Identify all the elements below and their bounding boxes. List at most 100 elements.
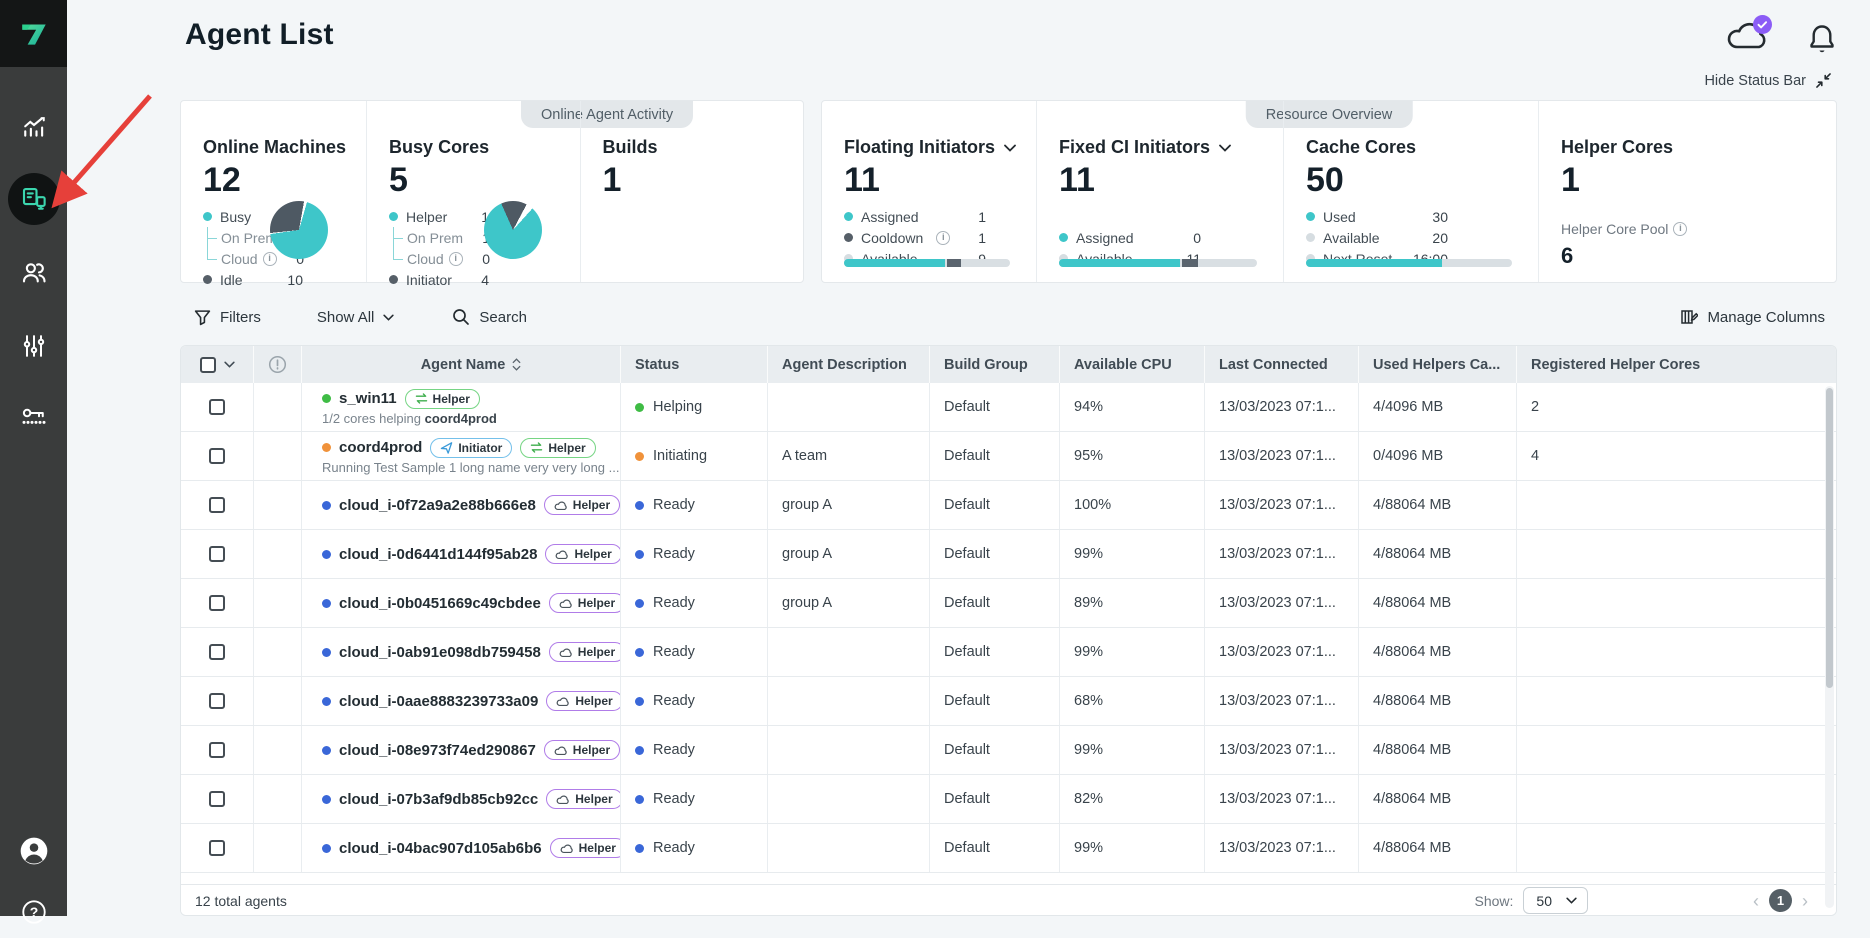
row-checkbox[interactable] xyxy=(209,742,225,758)
status-cell: Ready xyxy=(621,628,768,676)
status-cell: Initiating xyxy=(621,432,768,480)
agent-name-cell: cloud_i-08e973f74ed290867Helper xyxy=(302,726,621,774)
agents-table: Agent Name Status Agent Description Buil… xyxy=(180,345,1837,916)
row-checkbox[interactable] xyxy=(209,595,225,611)
column-header-last-connected[interactable]: Last Connected xyxy=(1205,346,1359,383)
search-placeholder: Search xyxy=(479,309,527,326)
filter-funnel-icon xyxy=(194,309,211,326)
sidebar-item-profile[interactable] xyxy=(0,825,67,877)
legend-label: Busy xyxy=(220,209,251,225)
row-select-cell xyxy=(181,628,254,676)
cloud-icon xyxy=(554,745,568,756)
column-header-build-group[interactable]: Build Group xyxy=(930,346,1060,383)
search-input[interactable]: Search xyxy=(452,308,527,326)
initiator-icon xyxy=(440,441,453,454)
select-all-header xyxy=(181,346,254,383)
available-cpu-cell: 89% xyxy=(1060,579,1205,627)
hide-status-bar-label: Hide Status Bar xyxy=(1704,73,1806,89)
prev-page-button[interactable]: ‹ xyxy=(1753,892,1759,910)
filters-button[interactable]: Filters xyxy=(194,309,261,326)
info-icon[interactable]: i xyxy=(449,252,463,266)
metric-title-row[interactable]: Floating Initiators xyxy=(844,137,1016,158)
status-cell: Ready xyxy=(621,824,768,872)
badge-label: Helper xyxy=(573,743,610,757)
legend-label: Initiator xyxy=(406,272,452,288)
row-checkbox[interactable] xyxy=(209,791,225,807)
info-icon[interactable]: i xyxy=(263,252,277,266)
row-checkbox[interactable] xyxy=(209,497,225,513)
column-header-status[interactable]: Status xyxy=(621,346,768,383)
cloud-status-button[interactable] xyxy=(1724,20,1770,59)
incredibuild-logo-icon xyxy=(17,17,51,51)
sidebar-item-help[interactable]: ? xyxy=(0,886,67,938)
next-page-button[interactable]: › xyxy=(1802,892,1808,910)
description-cell: group A xyxy=(768,579,930,627)
info-icon[interactable]: i xyxy=(1673,222,1687,236)
status-indicator: Ready xyxy=(635,497,695,513)
column-header-used-helpers[interactable]: Used Helpers Ca... xyxy=(1359,346,1517,383)
status-dot xyxy=(635,746,644,755)
page-size-select[interactable]: 50 xyxy=(1523,887,1588,914)
row-checkbox[interactable] xyxy=(209,840,225,856)
manage-columns-button[interactable]: Manage Columns xyxy=(1680,308,1825,326)
legend-row: On Prem 1 xyxy=(394,227,490,248)
row-checkbox[interactable] xyxy=(209,399,225,415)
description-cell: group A xyxy=(768,530,930,578)
sidebar-item-dashboard[interactable] xyxy=(0,99,67,151)
hide-status-bar-button[interactable]: Hide Status Bar xyxy=(1704,72,1832,89)
row-select-cell xyxy=(181,824,254,872)
agent-name-line: cloud_i-0b0451669c49cbdeeHelper xyxy=(322,593,621,613)
used-helpers-cell: 0/4096 MB xyxy=(1359,432,1517,480)
row-checkbox[interactable] xyxy=(209,644,225,660)
used-dot xyxy=(1306,212,1315,221)
column-label: Available CPU xyxy=(1074,357,1172,373)
agent-name-cell: cloud_i-07b3af9db85cb92ccHelper xyxy=(302,775,621,823)
status-indicator: Helping xyxy=(635,399,702,415)
table-row: s_win11Helper1/2 cores helping coord4pro… xyxy=(181,383,1836,432)
metric-title-row[interactable]: Fixed CI Initiators xyxy=(1059,137,1263,158)
agent-dot xyxy=(322,394,331,403)
app-logo[interactable] xyxy=(0,0,67,67)
build-group-cell: Default xyxy=(930,775,1060,823)
table-row: cloud_i-0b0451669c49cbdeeHelperReadygrou… xyxy=(181,579,1836,628)
column-header-agent-name[interactable]: Agent Name xyxy=(302,346,621,383)
sidebar-item-agents-active[interactable] xyxy=(0,173,67,225)
sidebar-item-settings[interactable] xyxy=(0,320,67,372)
registered-helper-cores-cell xyxy=(1517,481,1836,529)
sidebar-item-users[interactable] xyxy=(0,246,67,298)
row-select-cell xyxy=(181,677,254,725)
table-row: coord4prodInitiatorHelperRunning Test Sa… xyxy=(181,432,1836,481)
available-cpu-cell: 94% xyxy=(1060,383,1205,431)
row-alert-cell xyxy=(254,432,302,480)
metric-title: Online Machines xyxy=(203,137,346,158)
agent-name-line: cloud_i-0ab91e098db759458Helper xyxy=(322,642,621,662)
agent-subtitle: Running Test Sample 1 long name very ver… xyxy=(322,460,619,475)
info-icon[interactable]: i xyxy=(936,231,950,245)
agent-name-cell: s_win11Helper1/2 cores helping coord4pro… xyxy=(302,383,621,431)
status-label: Ready xyxy=(653,840,695,856)
registered-helper-cores-cell xyxy=(1517,677,1836,725)
notifications-bell-icon[interactable] xyxy=(1808,23,1836,56)
row-checkbox[interactable] xyxy=(209,448,225,464)
sort-icon[interactable] xyxy=(512,358,521,371)
status-label: Helping xyxy=(653,399,702,415)
select-menu-chevron-icon[interactable] xyxy=(224,361,235,368)
row-checkbox[interactable] xyxy=(209,693,225,709)
vertical-scrollbar[interactable] xyxy=(1825,386,1834,908)
build-group-cell: Default xyxy=(930,383,1060,431)
scrollbar-thumb[interactable] xyxy=(1826,388,1833,688)
chevron-down-icon xyxy=(383,314,394,321)
build-group-cell: Default xyxy=(930,530,1060,578)
select-all-checkbox[interactable] xyxy=(200,357,216,373)
column-header-registered-helper-cores[interactable]: Registered Helper Cores xyxy=(1517,346,1836,383)
status-label: Ready xyxy=(653,644,695,660)
column-label: Used Helpers Ca... xyxy=(1373,357,1500,373)
show-all-dropdown[interactable]: Show All xyxy=(317,309,395,326)
column-header-description[interactable]: Agent Description xyxy=(768,346,930,383)
sidebar-item-licenses[interactable] xyxy=(0,392,67,444)
row-checkbox[interactable] xyxy=(209,546,225,562)
agent-dot xyxy=(322,599,331,608)
column-header-available-cpu[interactable]: Available CPU xyxy=(1060,346,1205,383)
available-cpu-cell: 99% xyxy=(1060,726,1205,774)
last-connected-cell: 13/03/2023 07:1... xyxy=(1205,726,1359,774)
